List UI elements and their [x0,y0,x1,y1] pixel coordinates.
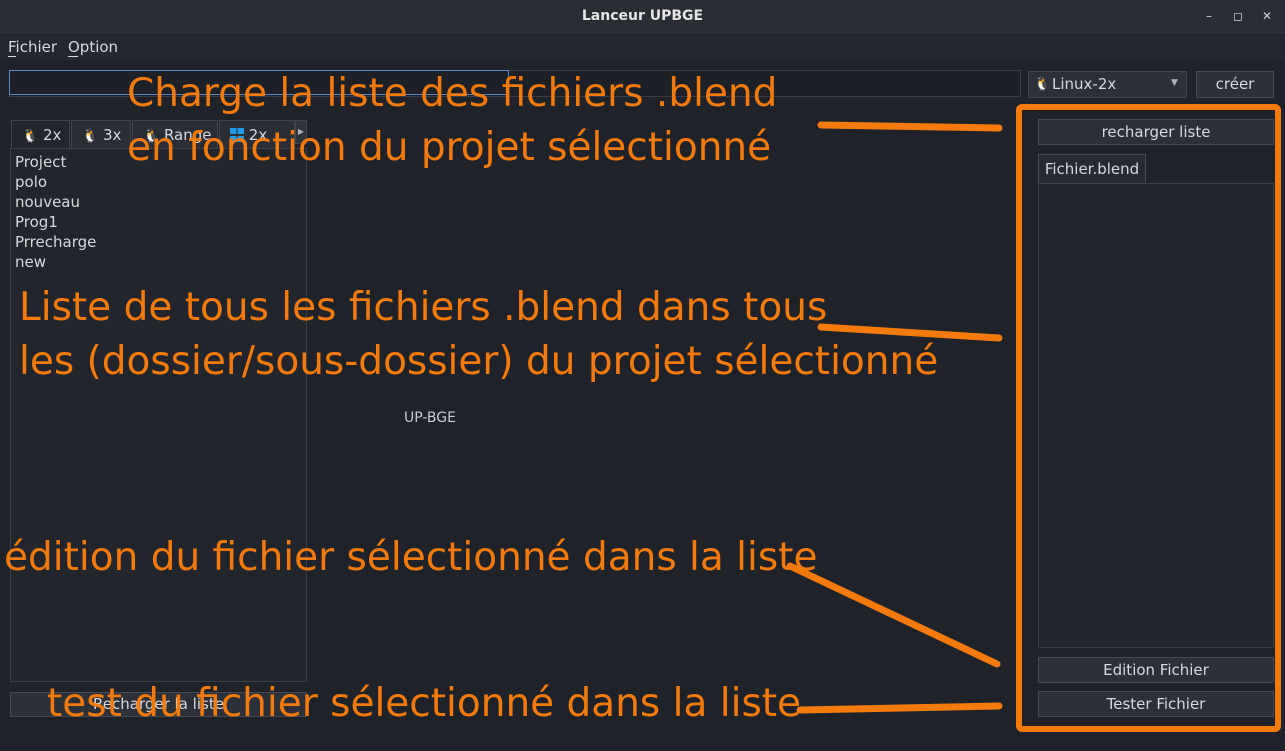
annotation-line-test [796,702,1003,714]
annotation-liste-line2: les (dossier/sous-dossier) du projet sél… [19,339,939,384]
annotation-liste-line1: Liste de tous les fichiers .blend dans t… [19,285,828,330]
annotation-charge-line1: Charge la liste des fichiers .blend [127,71,778,116]
annotation-line-charge [817,121,1003,132]
annotation-test: test du fichier sélectionné dans la list… [47,681,802,726]
annotation-edition: édition du fichier sélectionné dans la l… [4,535,818,580]
annotation-charge-line2: en fonction du projet sélectionné [127,125,772,170]
annotation-line-liste [817,323,1003,342]
annotation-line-edition [786,562,1001,668]
